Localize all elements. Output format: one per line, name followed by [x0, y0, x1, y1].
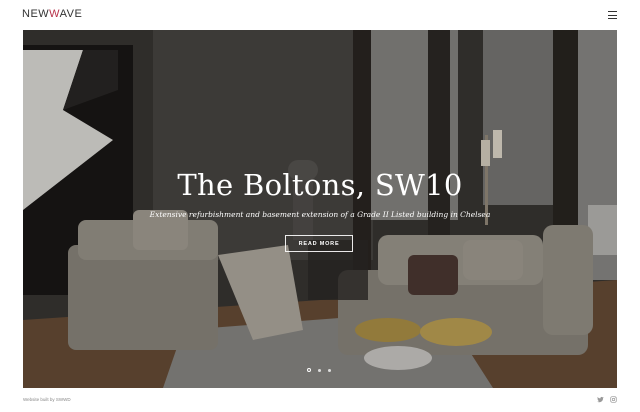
slider-dot-1[interactable] — [307, 368, 311, 372]
logo-text-new: NEW — [22, 8, 50, 20]
slider-dot-2[interactable] — [318, 369, 321, 372]
slider-dot-3[interactable] — [328, 369, 331, 372]
hamburger-menu-icon[interactable] — [608, 11, 617, 20]
hero-darken-overlay — [23, 30, 617, 388]
site-logo[interactable]: NEWWAVE — [22, 8, 82, 20]
instagram-icon[interactable] — [610, 396, 617, 403]
read-more-button[interactable]: READ MORE — [285, 235, 353, 252]
hero-subtitle: Extensive refurbishment and basement ext… — [149, 210, 491, 219]
hero-slider: The Boltons, SW10 Extensive refurbishmen… — [23, 30, 617, 388]
site-footer: Website built by SWWD — [0, 388, 640, 412]
slider-pagination — [307, 368, 337, 374]
site-header: NEWWAVE — [0, 0, 640, 30]
logo-text-w: W — [49, 8, 60, 20]
logo-text-ave: AVE — [59, 8, 83, 20]
hero-title: The Boltons, SW10 — [177, 168, 463, 202]
footer-credit[interactable]: Website built by SWWD — [23, 397, 71, 402]
twitter-icon[interactable] — [597, 396, 604, 403]
